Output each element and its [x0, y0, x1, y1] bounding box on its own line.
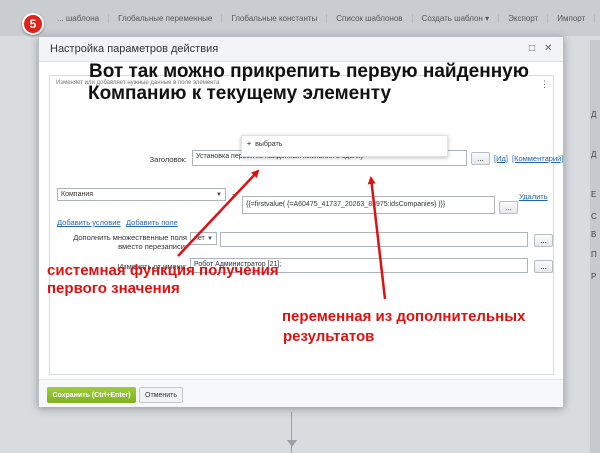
arrow-to-variable — [367, 176, 387, 300]
annotation-arrows — [177, 169, 387, 300]
arrow-to-function — [177, 169, 260, 257]
